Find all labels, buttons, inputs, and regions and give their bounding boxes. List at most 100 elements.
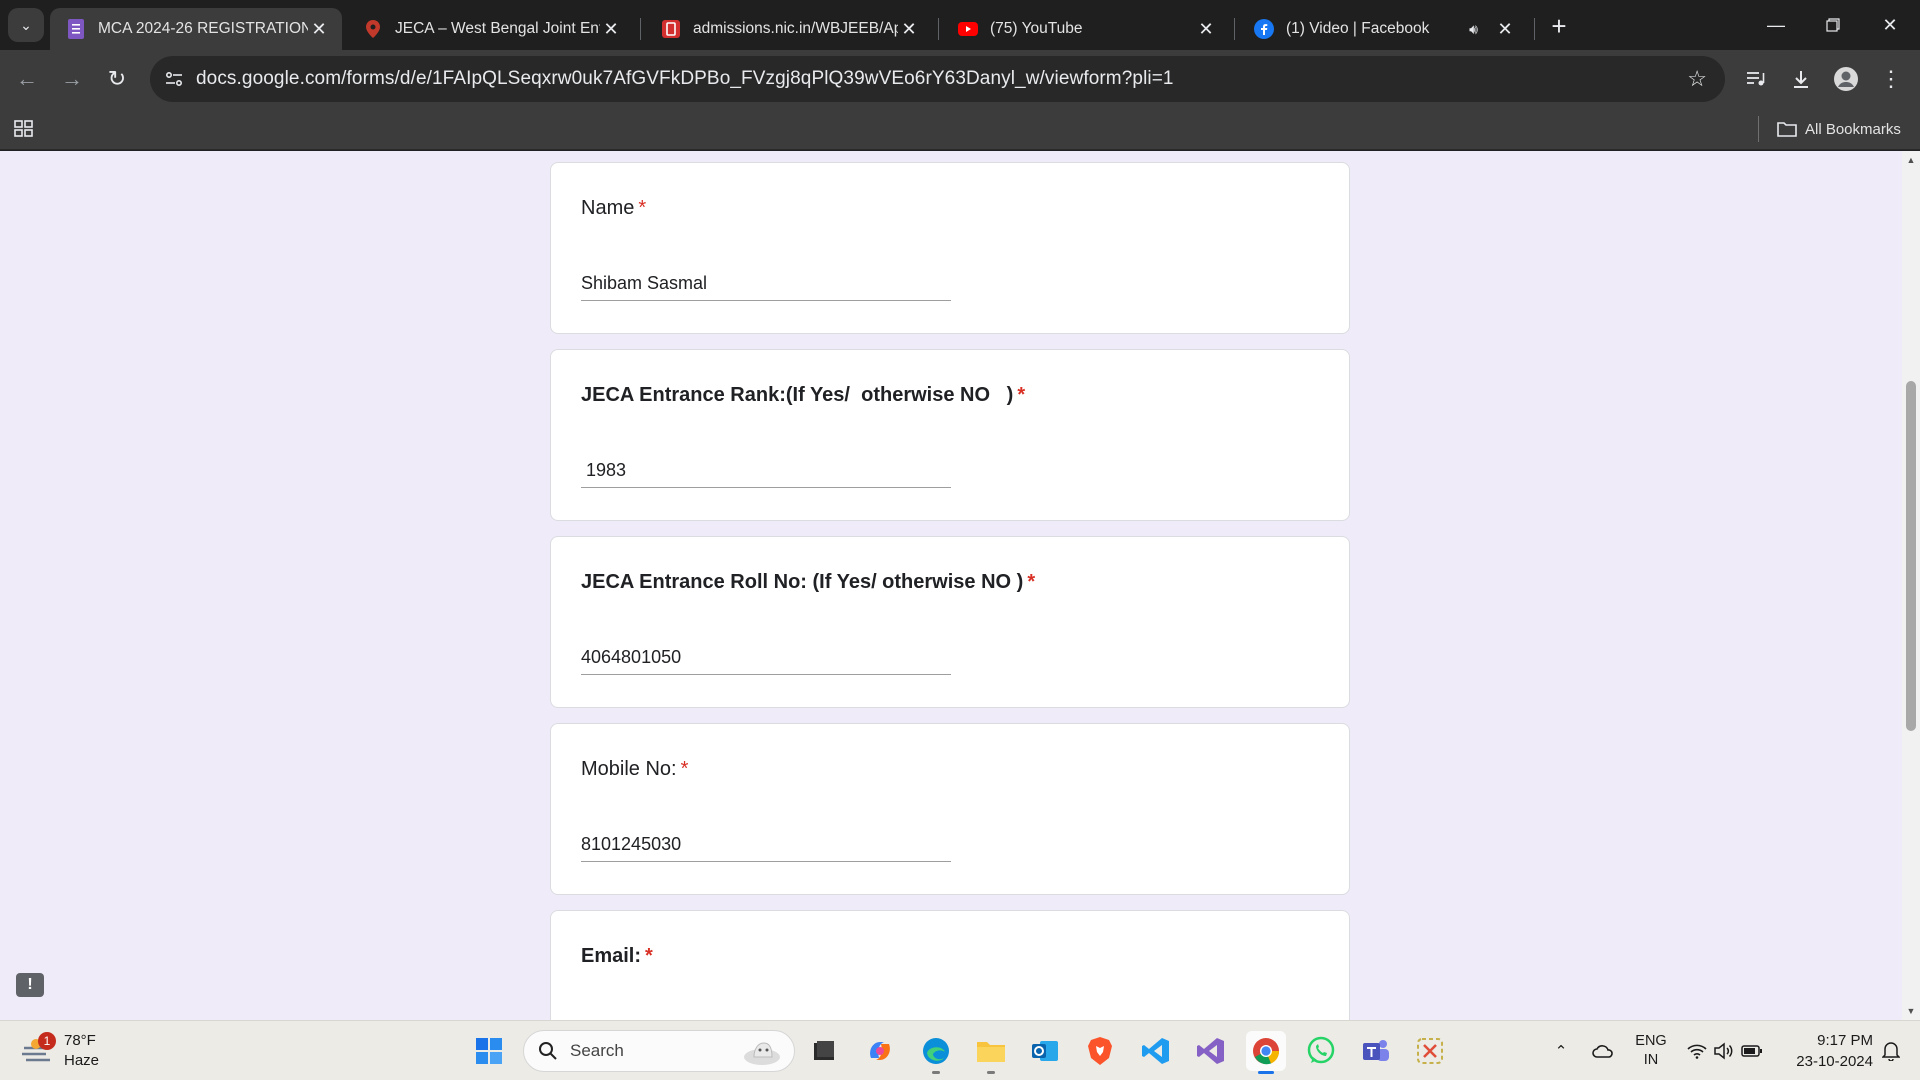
tab-youtube[interactable]: (75) YouTube ✕ [942, 8, 1229, 50]
forward-button[interactable]: → [53, 60, 91, 98]
bookmarks-bar: All Bookmarks [0, 108, 1920, 150]
taskbar-app-visual-studio[interactable] [1191, 1031, 1231, 1071]
all-bookmarks-button[interactable]: All Bookmarks [1777, 116, 1901, 142]
volume-icon [1714, 1042, 1733, 1060]
jeca-rank-input[interactable]: 1983 [581, 452, 951, 488]
back-button[interactable]: ← [8, 60, 46, 98]
required-asterisk: * [1017, 384, 1026, 406]
taskbar-app-edge[interactable] [916, 1031, 956, 1074]
downloads-button[interactable] [1782, 60, 1820, 98]
taskbar-app-copilot[interactable] [860, 1031, 900, 1071]
taskbar-app-outlook[interactable] [1025, 1031, 1065, 1071]
tab-separator [640, 18, 641, 40]
haze-icon: 1 [20, 1032, 56, 1068]
bookmark-star-icon[interactable]: ☆ [1687, 66, 1707, 92]
mobile-input[interactable]: 8101245030 [581, 826, 951, 862]
question-card-name: Name * Shibam Sasmal [550, 162, 1350, 334]
tab-title: MCA 2024-26 REGISTRATION (F [98, 20, 308, 37]
avatar [1834, 67, 1858, 91]
close-icon[interactable]: ✕ [898, 18, 920, 40]
question-label: JECA Entrance Roll No: (If Yes/ otherwis… [581, 571, 1036, 593]
folder-icon [1777, 122, 1797, 137]
taskbar-app-brave[interactable] [1080, 1031, 1120, 1071]
weather-condition: Haze [64, 1052, 100, 1069]
tab-admissions[interactable]: admissions.nic.in/WBJEEB/Appli ✕ [645, 8, 932, 50]
close-icon[interactable]: ✕ [1494, 18, 1516, 40]
taskbar-app-file-explorer[interactable] [971, 1031, 1011, 1074]
chrome-menu-button[interactable]: ⋮ [1872, 60, 1910, 98]
taskbar-search[interactable]: Search [523, 1030, 795, 1072]
close-window-button[interactable]: ✕ [1862, 0, 1918, 50]
reload-button[interactable]: ↻ [98, 60, 136, 98]
tab-title: (75) YouTube [990, 20, 1083, 37]
taskbar-app-teams[interactable] [1356, 1031, 1396, 1071]
question-card-jeca-rank: JECA Entrance Rank:(If Yes/ otherwise NO… [550, 349, 1350, 521]
restore-icon [1826, 18, 1840, 32]
media-controls-button[interactable] [1737, 60, 1775, 98]
taskbar-app-whatsapp[interactable] [1301, 1031, 1341, 1071]
url-text: docs.google.com/forms/d/e/1FAIpQLSeqxrw0… [196, 68, 1174, 89]
speaker-icon[interactable]: 🔊︎ [1469, 21, 1478, 38]
show-hidden-icons-button[interactable]: ⌃ [1547, 1021, 1575, 1080]
tab-mca-registration[interactable]: MCA 2024-26 REGISTRATION (F ✕ [50, 8, 342, 50]
tab-title: admissions.nic.in/WBJEEB/Appli [693, 20, 898, 37]
question-label: Email: * [581, 945, 653, 967]
close-icon[interactable]: ✕ [600, 18, 622, 40]
name-input[interactable]: Shibam Sasmal [581, 265, 951, 301]
required-asterisk: * [645, 945, 653, 967]
taskbar-app-chrome[interactable] [1246, 1031, 1286, 1074]
close-icon[interactable]: ✕ [308, 18, 330, 40]
tab-facebook[interactable]: (1) Video | Facebook 🔊︎ ✕ [1238, 8, 1528, 50]
email-input[interactable] [581, 1013, 951, 1020]
required-asterisk: * [638, 197, 647, 219]
profile-button[interactable] [1827, 60, 1865, 98]
report-icon[interactable]: ! [16, 973, 44, 997]
page-scrollbar[interactable]: ▲ ▼ [1902, 151, 1920, 1020]
weather-widget[interactable]: 1 78°F Haze [20, 1029, 99, 1073]
language-indicator[interactable]: ENG IN [1628, 1021, 1674, 1080]
scrollbar-thumb[interactable] [1906, 381, 1916, 731]
apps-grid-icon[interactable] [12, 117, 36, 141]
close-icon: ✕ [1882, 14, 1898, 35]
taskbar-app-snipping-tool[interactable] [1410, 1031, 1450, 1071]
copilot-icon [870, 1042, 890, 1060]
network-volume-battery-tray[interactable] [1684, 1021, 1766, 1080]
required-asterisk: * [680, 758, 689, 780]
all-bookmarks-label: All Bookmarks [1805, 120, 1901, 138]
restore-button[interactable] [1805, 0, 1861, 50]
close-icon[interactable]: ✕ [1195, 18, 1217, 40]
edge-icon [923, 1038, 949, 1064]
scroll-down-icon[interactable]: ▼ [1906, 1006, 1916, 1016]
jeca-roll-input[interactable]: 4064801050 [581, 639, 951, 675]
windows-taskbar: 1 78°F Haze Search ⌃ ENG IN 9:17 PM 23-1… [0, 1020, 1920, 1080]
download-icon [1794, 71, 1808, 88]
tab-title: (1) Video | Facebook [1286, 20, 1430, 37]
new-tab-button[interactable]: + [1545, 12, 1573, 40]
required-asterisk: * [1027, 571, 1036, 593]
more-vert-icon: ⋮ [1880, 66, 1902, 91]
clock[interactable]: 9:17 PM 23-10-2024 [1777, 1030, 1873, 1072]
scroll-up-icon[interactable]: ▲ [1906, 155, 1916, 165]
visual-studio-icon [1197, 1038, 1224, 1064]
tab-search-button[interactable]: ⌄ [8, 8, 44, 42]
minimize-button[interactable]: — [1748, 0, 1804, 50]
notifications-button[interactable] [1876, 1021, 1906, 1080]
bookmarks-separator [1758, 116, 1759, 142]
search-highlight-icon [744, 1042, 780, 1065]
teams-icon [1363, 1040, 1389, 1061]
google-forms-icon [66, 19, 86, 39]
vscode-icon [1142, 1038, 1169, 1064]
taskbar-app-vscode[interactable] [1136, 1031, 1176, 1071]
notification-badge: 1 [38, 1032, 56, 1050]
tab-jeca[interactable]: JECA – West Bengal Joint Entran ✕ [347, 8, 634, 50]
start-button[interactable] [469, 1031, 509, 1071]
map-pin-icon [363, 19, 383, 39]
windows-logo-icon [476, 1038, 502, 1064]
address-bar[interactable]: docs.google.com/forms/d/e/1FAIpQLSeqxrw0… [150, 56, 1725, 102]
onedrive-tray[interactable] [1588, 1021, 1618, 1080]
question-label: Name * [581, 197, 647, 219]
whatsapp-icon [1307, 1036, 1335, 1064]
taskbar-app-file-explorer-dark[interactable] [804, 1031, 844, 1071]
site-settings-icon[interactable] [164, 69, 184, 89]
outlook-icon [1032, 1041, 1058, 1061]
